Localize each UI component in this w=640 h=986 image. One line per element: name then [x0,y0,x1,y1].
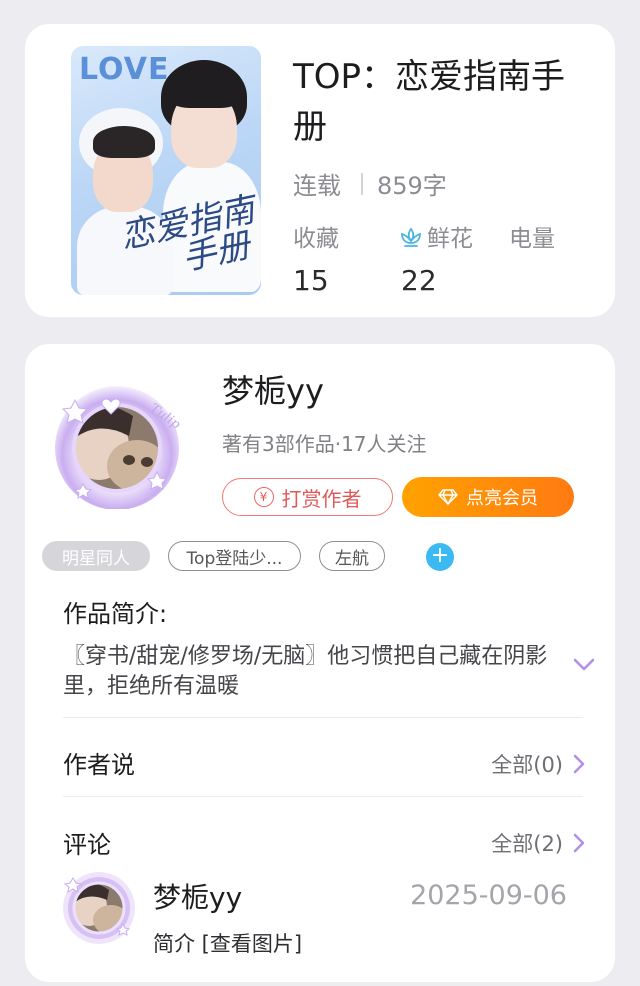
lotus-flower-icon [401,227,421,247]
comments-count: 全部(2) [491,832,563,856]
diamond-icon [438,489,458,505]
tag-item[interactable]: 明星同人 [42,541,150,571]
favorites-count: 15 [293,264,329,297]
vip-button-label: 点亮会员 [466,488,538,509]
favorites-label: 收藏 [293,226,339,252]
comment-text[interactable]: 简介 [查看图片] [153,928,302,958]
flowers-stat[interactable]: 鲜花 [399,219,473,253]
chevron-right-icon [573,754,585,774]
intro-text[interactable]: 〖穿书/甜宠/修罗场/无脑〗他习惯把自己藏在阴影里，拒绝所有温暖 [63,642,563,696]
reward-button-label: 打赏作者 [281,486,362,511]
author-name[interactable]: 梦栀yy [222,366,324,412]
yen-coin-icon: ¥ [253,487,274,507]
flowers-count: 22 [401,264,437,297]
chevron-right-icon [573,833,585,853]
cover-figure [93,126,155,158]
author-avatar[interactable]: Tulip [53,374,183,509]
add-tag-plus-icon[interactable]: + [426,543,454,571]
power-label[interactable]: 电量 [509,219,555,253]
cover-love-text: LOVE [79,52,170,87]
author-stats: 著有3部作品·17人关注 [222,432,427,456]
tag-item[interactable]: 左航 [319,541,385,571]
flowers-label: 鲜花 [427,226,473,252]
commenter-name[interactable]: 梦栀yy [153,876,242,916]
divider [63,796,583,797]
comment-date: 2025-09-06 [410,880,567,911]
tag-item[interactable]: Top登陆少... [168,541,301,571]
comments-title: 评论 [63,831,111,859]
book-meta: 连载 859字 [293,166,593,201]
chevron-down-icon[interactable] [573,658,595,672]
reward-author-button[interactable]: ¥ 打赏作者 [222,478,393,516]
author-says-all-link[interactable]: 全部(0) [491,749,585,779]
author-says-title: 作者说 [63,751,135,779]
book-cover-image[interactable]: LOVE 恋爱指南 手册 [71,46,261,295]
word-count: 859字 [377,172,447,200]
divider [63,717,583,718]
book-info: TOP：恋爱指南手册 连载 859字 [293,52,593,201]
commenter-avatar[interactable] [61,864,137,944]
cover-figure [167,68,243,108]
book-title: TOP：恋爱指南手册 [293,57,566,147]
intro-title: 作品简介: [63,600,168,628]
serial-status: 连载 [293,172,341,200]
book-info-card: LOVE 恋爱指南 手册 TOP：恋爱指南手册 连载 859字 收藏 鲜花 电量… [25,24,615,317]
tag-list: 明星同人 Top登陆少... 左航 + [42,541,602,573]
author-card: Tulip 梦栀yy 著有3部作品·17人关注 ¥ 打赏作者 点亮会员 明星同人… [25,344,615,982]
author-says-count: 全部(0) [491,753,563,777]
meta-divider [361,172,363,195]
activate-vip-button[interactable]: 点亮会员 [402,477,574,517]
comments-all-link[interactable]: 全部(2) [491,828,585,858]
